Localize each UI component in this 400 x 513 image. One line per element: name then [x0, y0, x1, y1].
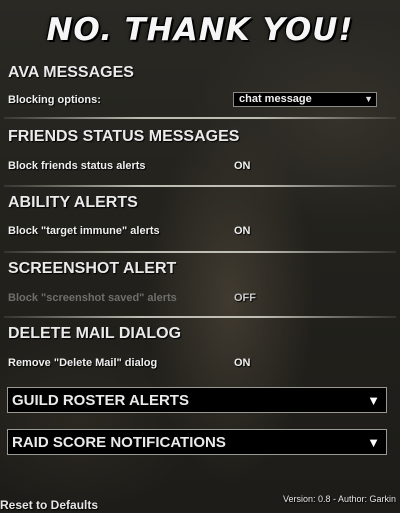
chevron-down-icon: ▼	[364, 94, 373, 104]
block-screenshot-saved-toggle[interactable]: OFF	[234, 292, 256, 304]
chevron-down-icon: ▼	[367, 435, 380, 450]
block-friends-status-label: Block friends status alerts	[8, 160, 146, 172]
section-header-friends-status: FRIENDS STATUS MESSAGES	[8, 128, 240, 145]
blocking-options-dropdown[interactable]: chat message ▼	[233, 92, 377, 107]
remove-delete-mail-label: Remove "Delete Mail" dialog	[8, 357, 158, 369]
section-header-screenshot-alert: SCREENSHOT ALERT	[8, 260, 177, 277]
addon-settings-panel: NO. THANK YOU! AVA MESSAGES Blocking opt…	[0, 0, 400, 513]
version-author-text: Version: 0.8 - Author: Garkin	[282, 494, 396, 504]
raid-score-notifications-label: RAID SCORE NOTIFICATIONS	[12, 434, 226, 451]
block-friends-status-toggle[interactable]: ON	[234, 160, 251, 172]
blocking-options-label: Blocking options:	[8, 94, 101, 106]
addon-title: NO. THANK YOU!	[46, 12, 354, 48]
section-header-delete-mail: DELETE MAIL DIALOG	[8, 325, 182, 342]
section-header-ability-alerts: ABILITY ALERTS	[8, 194, 138, 211]
section-divider	[4, 185, 396, 187]
raid-score-notifications-collapsed[interactable]: RAID SCORE NOTIFICATIONS ▼	[7, 429, 387, 455]
block-screenshot-saved-label: Block "screenshot saved" alerts	[8, 292, 177, 304]
chevron-down-icon: ▼	[367, 393, 380, 408]
remove-delete-mail-toggle[interactable]: ON	[234, 357, 251, 369]
guild-roster-alerts-collapsed[interactable]: GUILD ROSTER ALERTS ▼	[7, 387, 387, 413]
dropdown-selected-value: chat message	[239, 93, 312, 105]
reset-to-defaults-button[interactable]: Reset to Defaults	[0, 498, 98, 512]
section-divider	[4, 251, 396, 253]
block-target-immune-label: Block "target immune" alerts	[8, 225, 160, 237]
section-header-ava-messages: AVA MESSAGES	[8, 64, 134, 81]
guild-roster-alerts-label: GUILD ROSTER ALERTS	[12, 392, 189, 409]
section-divider	[4, 117, 396, 119]
section-divider	[4, 316, 396, 318]
block-target-immune-toggle[interactable]: ON	[234, 225, 251, 237]
